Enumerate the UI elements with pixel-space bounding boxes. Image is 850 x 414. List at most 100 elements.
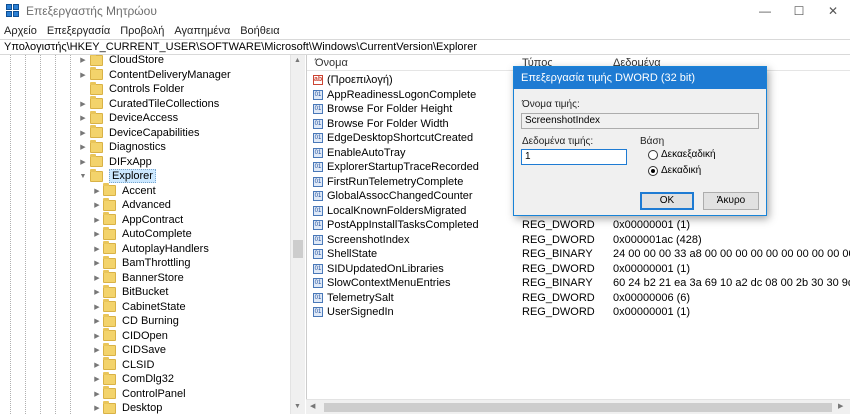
expand-chevron-icon[interactable]: ▶ <box>93 390 101 398</box>
value-type: REG_DWORD <box>522 219 595 231</box>
scroll-down-icon[interactable]: ▼ <box>294 403 301 410</box>
list-horizontal-scrollbar[interactable]: ◀ ▶ <box>306 399 850 414</box>
expand-chevron-icon[interactable]: ▶ <box>93 259 101 267</box>
menu-edit[interactable]: Επεξεργασία <box>47 25 110 37</box>
expand-chevron-icon[interactable]: ▶ <box>93 404 101 412</box>
scroll-up-icon[interactable]: ▲ <box>294 57 301 64</box>
tree-item[interactable]: ▶ BamThrottling <box>94 255 190 271</box>
tree-item[interactable]: ▶ CIDSave <box>94 342 166 358</box>
tree-item[interactable]: ▶ DIFxApp <box>80 154 152 170</box>
binary-value-icon: 01 <box>313 133 323 143</box>
expand-chevron-icon[interactable]: ▶ <box>79 71 87 79</box>
radio-hex-indicator[interactable] <box>648 149 658 160</box>
tree-item[interactable]: ▶ CIDOpen <box>94 328 168 344</box>
close-button[interactable]: ✕ <box>816 0 850 22</box>
tree-item[interactable]: ▶ ControlPanel <box>94 386 186 402</box>
tree-item-label: AutoComplete <box>122 228 192 241</box>
menu-help[interactable]: Βοήθεια <box>240 25 279 37</box>
folder-icon <box>103 226 116 240</box>
folder-icon <box>103 357 116 371</box>
tree-item[interactable]: ▶ CloudStore <box>80 55 164 68</box>
expand-chevron-icon[interactable]: ▶ <box>79 143 87 151</box>
ok-button[interactable]: OK <box>640 192 694 210</box>
expand-chevron-icon[interactable]: ▶ <box>93 201 101 209</box>
tree-item[interactable]: ▶ CLSID <box>94 357 154 373</box>
collapse-chevron-icon[interactable]: ▼ <box>79 173 87 180</box>
radio-dec-indicator[interactable] <box>648 165 658 176</box>
value-data-input[interactable]: 1 <box>521 149 627 165</box>
tree-scroll-thumb[interactable] <box>293 240 303 258</box>
scroll-right-icon[interactable]: ▶ <box>838 402 843 410</box>
value-name-field[interactable]: ScreenshotIndex <box>521 113 759 129</box>
table-row[interactable]: 01 ScreenshotIndex REG_DWORD 0x000001ac (42… <box>307 233 850 248</box>
cancel-button[interactable]: Άκυρο <box>703 192 759 210</box>
folder-icon <box>103 284 116 298</box>
tree-item[interactable]: ▶ DeviceCapabilities <box>80 125 200 141</box>
radio-decimal[interactable]: Δεκαδική <box>648 165 701 176</box>
binary-value-icon: 01 <box>313 249 323 259</box>
expand-chevron-icon[interactable]: ▶ <box>93 375 101 383</box>
menu-view[interactable]: Προβολή <box>120 25 164 37</box>
expand-chevron-icon[interactable]: ▶ <box>79 114 87 122</box>
expand-chevron-icon[interactable]: ▶ <box>93 303 101 311</box>
expand-chevron-icon[interactable]: ▶ <box>93 274 101 282</box>
table-row[interactable]: 01 TelemetrySalt REG_DWORD 0x00000006 (6) <box>307 291 850 306</box>
radio-hexadecimal[interactable]: Δεκαεξαδική <box>648 149 716 160</box>
folder-icon <box>103 197 116 211</box>
tree-item[interactable]: ▶ CabinetState <box>94 299 186 315</box>
expand-chevron-icon[interactable]: ▶ <box>79 158 87 166</box>
minimize-button[interactable]: — <box>748 0 782 22</box>
column-name[interactable]: Όνομα <box>315 57 348 69</box>
tree-item[interactable]: ▶ ComDlg32 <box>94 371 174 387</box>
tree-item[interactable]: ▶ AppContract <box>94 212 183 228</box>
maximize-button[interactable]: ☐ <box>782 0 816 22</box>
list-scroll-thumb[interactable] <box>324 403 832 412</box>
expand-chevron-icon[interactable]: ▶ <box>93 216 101 224</box>
tree-item[interactable]: ▶ AutoComplete <box>94 226 192 242</box>
tree-item-label: ComDlg32 <box>122 373 174 386</box>
expand-chevron-icon[interactable]: ▶ <box>93 346 101 354</box>
tree-item[interactable]: ▶ Desktop <box>94 400 162 414</box>
tree-item[interactable]: ▶ DeviceAccess <box>80 110 179 126</box>
expand-chevron-icon[interactable]: ▶ <box>93 332 101 340</box>
tree-item[interactable]: ▶ Advanced <box>94 197 171 213</box>
expand-chevron-icon[interactable]: ▶ <box>79 129 87 137</box>
tree-item[interactable]: Controls Folder <box>90 81 184 97</box>
edit-dword-dialog: Επεξεργασία τιμής DWORD (32 bit) Όνομα τ… <box>513 66 767 216</box>
expand-chevron-icon[interactable]: ▶ <box>93 245 101 253</box>
regedit-icon <box>6 4 20 18</box>
tree-item[interactable]: ▶ BitBucket <box>94 284 168 300</box>
expand-chevron-icon[interactable]: ▶ <box>79 56 87 64</box>
address-bar[interactable]: Υπολογιστής\HKEY_CURRENT_USER\SOFTWARE\M… <box>0 39 850 55</box>
tree-item[interactable]: ▶ CuratedTileCollections <box>80 96 219 112</box>
table-row[interactable]: 01 UserSignedIn REG_DWORD 0x00000001 (1) <box>307 305 850 320</box>
tree-item[interactable]: ▶ Diagnostics <box>80 139 166 155</box>
tree-item[interactable]: ▶ Accent <box>94 183 156 199</box>
expand-chevron-icon[interactable]: ▶ <box>93 317 101 325</box>
expand-chevron-icon[interactable]: ▶ <box>93 361 101 369</box>
binary-value-icon: 01 <box>313 278 323 288</box>
value-data: 24 00 00 00 33 a8 00 00 00 00 00 00 00 0… <box>613 248 850 260</box>
folder-icon <box>90 154 103 168</box>
menu-file[interactable]: Αρχείο <box>4 25 37 37</box>
tree-item-label: DeviceAccess <box>109 112 179 125</box>
expand-chevron-icon[interactable]: ▶ <box>93 187 101 195</box>
expand-chevron-icon[interactable]: ▶ <box>93 288 101 296</box>
tree-item[interactable]: ▼ Explorer <box>80 168 156 184</box>
table-row[interactable]: 01 ShellState REG_BINARY 24 00 00 00 33 a8 … <box>307 247 850 262</box>
scroll-left-icon[interactable]: ◀ <box>310 402 315 410</box>
tree-scrollbar[interactable]: ▲ ▼ <box>290 55 305 414</box>
menu-favorites[interactable]: Αγαπημένα <box>174 25 230 37</box>
tree-item-label: AutoplayHandlers <box>122 242 209 255</box>
table-row[interactable]: 01 SIDUpdatedOnLibraries REG_DWORD 0x000000… <box>307 262 850 277</box>
expand-chevron-icon[interactable]: ▶ <box>93 230 101 238</box>
tree-item[interactable]: ▶ AutoplayHandlers <box>94 241 209 257</box>
table-row[interactable]: 01 PostAppInstallTasksCompleted REG_DWORD 0… <box>307 218 850 233</box>
base-label: Βάση <box>640 136 665 147</box>
tree-item[interactable]: ▶ ContentDeliveryManager <box>80 67 231 83</box>
table-row[interactable]: 01 SlowContextMenuEntries REG_BINARY 60 24 … <box>307 276 850 291</box>
tree-item[interactable]: ▶ BannerStore <box>94 270 184 286</box>
tree-item[interactable]: ▶ CD Burning <box>94 313 179 329</box>
expand-chevron-icon[interactable]: ▶ <box>79 100 87 108</box>
value-name: GlobalAssocChangedCounter <box>327 190 473 202</box>
